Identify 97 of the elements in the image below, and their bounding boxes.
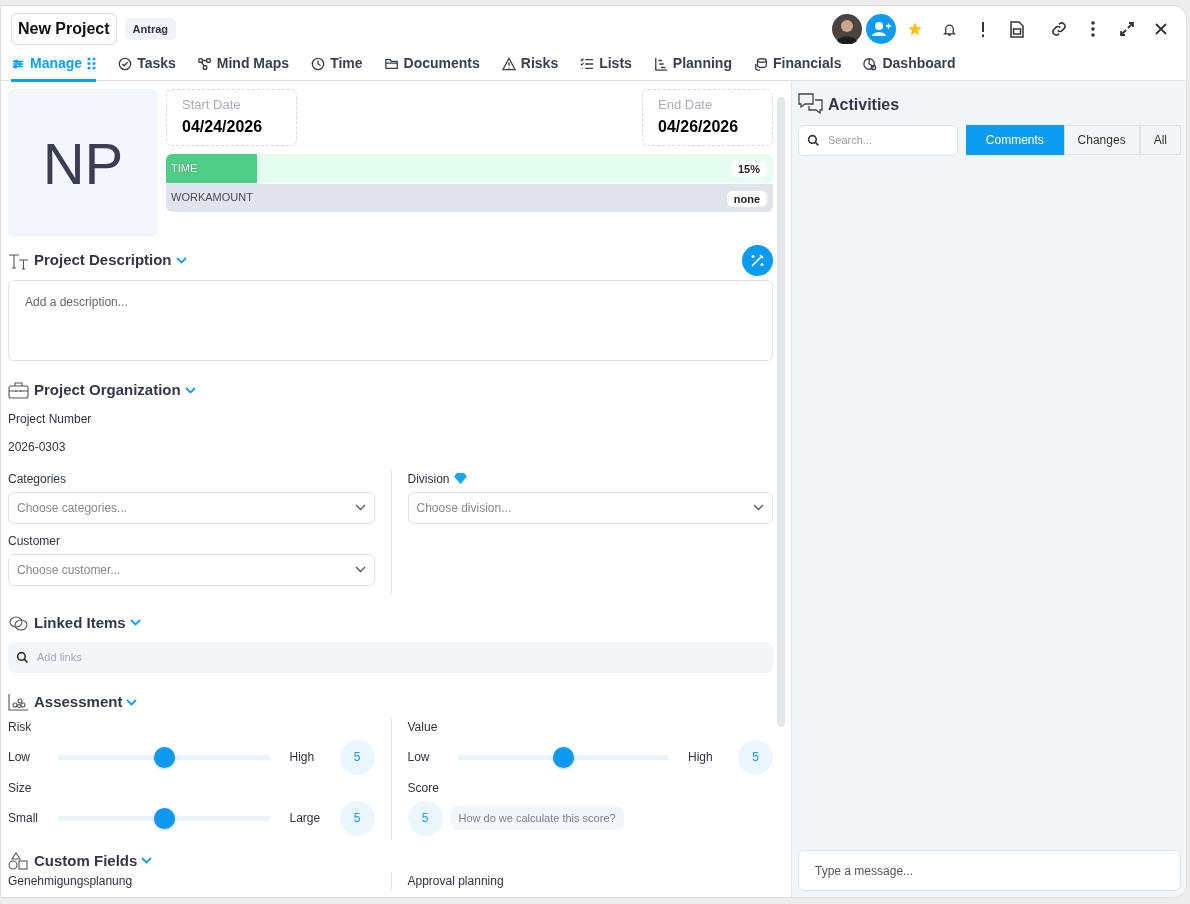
checklist-icon bbox=[580, 56, 595, 71]
tab[interactable]: Risks bbox=[501, 53, 559, 82]
star-icon[interactable] bbox=[907, 21, 923, 37]
chevron-down-icon bbox=[354, 566, 366, 573]
close-icon[interactable] bbox=[1155, 23, 1167, 35]
chevron-down-icon bbox=[354, 504, 366, 511]
scatter-chart-icon bbox=[8, 693, 30, 712]
magic-wand-button[interactable] bbox=[742, 245, 773, 276]
section-title: Project Description bbox=[34, 250, 172, 271]
avatar-icon[interactable] bbox=[832, 14, 862, 44]
field-label: Approval planning bbox=[407, 873, 505, 890]
score-value: 5 bbox=[738, 739, 773, 775]
message-field[interactable]: Type a message... bbox=[798, 850, 1181, 891]
date-label: Start Date bbox=[182, 96, 242, 114]
chat-bubbles-icon bbox=[798, 93, 824, 117]
check-circle-icon bbox=[118, 56, 133, 71]
briefcase-icon bbox=[8, 381, 30, 400]
progress-reading: none bbox=[726, 190, 767, 207]
select-field[interactable]: Choose division... bbox=[407, 491, 773, 524]
tab[interactable]: Documents bbox=[384, 53, 480, 82]
document-icon[interactable] bbox=[1010, 20, 1024, 38]
text-format-icon bbox=[8, 251, 30, 270]
mind-map-icon bbox=[197, 56, 212, 71]
tab[interactable]: Financials bbox=[754, 53, 842, 82]
slider-thumb[interactable] bbox=[153, 807, 175, 829]
date-label: End Date bbox=[658, 96, 714, 114]
score-value: 5 bbox=[339, 800, 375, 836]
tab[interactable]: Time bbox=[311, 53, 363, 82]
field-label: Categories bbox=[8, 470, 67, 488]
select-field[interactable]: Choose customer... bbox=[8, 553, 375, 586]
progress-label: TIME bbox=[170, 160, 198, 176]
search-icon bbox=[807, 134, 820, 147]
help-link[interactable]: How do we calculate this score? bbox=[450, 805, 624, 831]
slider-thumb[interactable] bbox=[552, 746, 574, 768]
project-title[interactable]: New Project bbox=[11, 13, 117, 45]
field-label: Value bbox=[407, 718, 439, 736]
grip-icon[interactable] bbox=[87, 57, 97, 70]
date-value: 04/26/2026 bbox=[658, 116, 740, 137]
chevron-down-icon bbox=[753, 504, 764, 511]
field-label: Project Number bbox=[8, 410, 93, 428]
clock-icon bbox=[311, 56, 326, 71]
slider-min-label: Small bbox=[8, 810, 39, 827]
panel-title: Activities bbox=[828, 95, 900, 115]
slider-max-label: High bbox=[288, 749, 316, 766]
sliders-icon bbox=[11, 56, 25, 71]
warning-icon bbox=[501, 56, 516, 71]
field-label: Division bbox=[407, 470, 450, 488]
exclamation-icon[interactable] bbox=[981, 21, 985, 37]
chart-icon bbox=[653, 56, 668, 71]
link-rings-icon bbox=[8, 613, 30, 632]
section-title: Assessment bbox=[34, 692, 123, 712]
field-label: Customer bbox=[8, 532, 60, 550]
tab[interactable]: Tasks bbox=[118, 53, 176, 82]
select-field[interactable]: Choose categories... bbox=[8, 491, 375, 524]
chevron-down-icon[interactable] bbox=[175, 257, 187, 264]
slider-max-label: High bbox=[687, 749, 714, 766]
field-label: Genehmigungsplanung bbox=[8, 873, 134, 890]
tab[interactable]: Mind Maps bbox=[197, 53, 290, 82]
chevron-down-icon[interactable] bbox=[129, 619, 141, 627]
tab[interactable]: Dashboard bbox=[863, 53, 956, 82]
progress-label: WORKAMOUNT bbox=[170, 190, 253, 206]
project-initials: NP bbox=[8, 89, 158, 237]
slider-min-label: Low bbox=[8, 749, 31, 766]
field-label: Risk bbox=[8, 718, 33, 736]
progress-reading: 15% bbox=[730, 160, 767, 177]
project-number: 2026-0303 bbox=[8, 438, 67, 456]
tab[interactable]: Planning bbox=[653, 53, 732, 82]
expand-icon[interactable] bbox=[1120, 22, 1134, 36]
dashboard-icon bbox=[863, 56, 878, 71]
slider-min-label: Low bbox=[407, 749, 431, 766]
date-value: 04/24/2026 bbox=[182, 116, 264, 137]
chevron-down-icon[interactable] bbox=[184, 386, 196, 394]
chevron-down-icon[interactable] bbox=[126, 698, 138, 706]
shapes-icon bbox=[8, 851, 30, 870]
filter-tab[interactable]: All bbox=[1139, 125, 1181, 155]
coins-icon bbox=[754, 56, 768, 71]
section-title: Linked Items bbox=[34, 612, 126, 633]
search-icon bbox=[16, 651, 29, 664]
tab[interactable]: Lists bbox=[580, 53, 632, 82]
filter-tab[interactable]: Changes bbox=[1063, 125, 1140, 155]
field-label: Size bbox=[8, 779, 33, 797]
status-tag: Antrag bbox=[124, 17, 177, 41]
slider-thumb[interactable] bbox=[153, 746, 175, 768]
field-label: Score bbox=[407, 779, 440, 797]
section-title: Custom Fields bbox=[34, 850, 138, 871]
description-field[interactable]: Add a description... bbox=[8, 280, 773, 361]
date-card[interactable]: End Date 04/26/2026 bbox=[642, 89, 773, 146]
bell-icon[interactable] bbox=[941, 21, 957, 37]
score-value: 5 bbox=[339, 739, 375, 775]
more-icon[interactable] bbox=[1091, 21, 1095, 37]
score-value: 5 bbox=[407, 800, 443, 836]
link-icon[interactable] bbox=[1051, 21, 1067, 37]
folder-icon bbox=[384, 56, 399, 71]
section-title: Project Organization bbox=[34, 380, 181, 400]
date-card[interactable]: Start Date 04/24/2026 bbox=[166, 89, 297, 146]
chevron-down-icon[interactable] bbox=[141, 857, 153, 865]
slider-max-label: Large bbox=[288, 810, 322, 827]
